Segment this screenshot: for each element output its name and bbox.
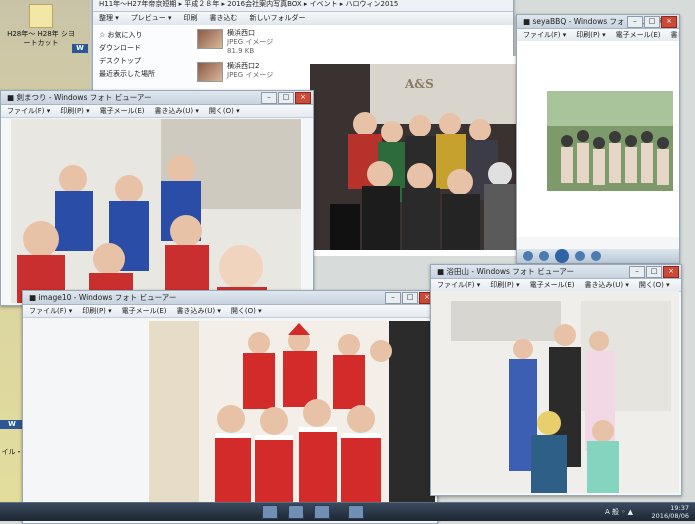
menu-email[interactable]: 電子メール(E) (616, 29, 661, 41)
taskbar-folder-icon[interactable] (314, 505, 330, 519)
nav-item-desktop[interactable]: デスクトップ (99, 55, 197, 68)
maximize-icon[interactable]: □ (644, 16, 660, 28)
yukata-viewer-window[interactable]: ■ 浴田山 - Windows フォト ビューアー – □ × ファイル(F) ▾ … (430, 264, 682, 496)
zoom-icon[interactable] (523, 251, 533, 261)
matsuri-viewer-window[interactable]: ■ 剣まつり - Windows フォト ビューアー – □ × ファイル(F) ▾… (0, 90, 314, 306)
menu-open[interactable]: 開く(O) ▾ (209, 105, 240, 117)
menu-open[interactable]: 開く(O) ▾ (639, 279, 670, 291)
organize-button[interactable]: 整理 ▾ (99, 12, 119, 25)
photo-display (517, 41, 679, 237)
menu-bar: ファイル(F) ▾ 印刷(P) ▾ 電子メール(E) 書き込み(U) ▾ 開く(… (23, 305, 437, 318)
menu-file[interactable]: ファイル(F) ▾ (437, 279, 480, 291)
desktop-file-label[interactable]: イル・ (0, 448, 24, 457)
menu-email[interactable]: 電子メール(E) (100, 105, 145, 117)
nav-item-downloads[interactable]: ダウンロード (99, 42, 197, 55)
menu-open[interactable]: 開く(O) ▾ (231, 305, 262, 317)
photo-display (149, 321, 435, 521)
halloween-photo-image: A&S (310, 64, 522, 250)
menu-print[interactable]: 印刷(P) ▾ (60, 105, 89, 117)
print-button[interactable]: 印刷 (184, 12, 198, 25)
taskbar-app-icon[interactable] (262, 505, 278, 519)
system-tray[interactable]: A 般 ◦ ▲ (605, 507, 633, 517)
slideshow-icon[interactable] (555, 249, 569, 263)
menu-print[interactable]: 印刷(P) ▾ (490, 279, 519, 291)
image10-viewer-window[interactable]: ■ image10 - Windows フォト ビューアー – □ × ファイル(F… (22, 290, 438, 524)
file-thumbnail (197, 62, 223, 82)
previous-icon[interactable] (539, 251, 549, 261)
menu-print[interactable]: 印刷(P) ▾ (576, 29, 605, 41)
desktop-shortcut-icon[interactable]: H28年～ H28年 シヨートカット (6, 4, 76, 48)
menu-file[interactable]: ファイル(F) ▾ (7, 105, 50, 117)
menu-burn[interactable]: 書き込み(U) ▾ (585, 279, 629, 291)
explorer-toolbar: 整理 ▾ プレビュー ▾ 印刷 書き込む 新しいフォルダー (93, 12, 513, 26)
folder-icon (29, 4, 53, 28)
seya-bbq-viewer-window[interactable]: ■ seyaBBQ - Windows フォト ビューアー – □ × ファイル(F… (516, 14, 680, 264)
viewer-controls (517, 249, 679, 263)
maximize-icon[interactable]: □ (402, 292, 418, 304)
menu-email[interactable]: 電子メール(E) (530, 279, 575, 291)
halloween-photo: A&S (310, 64, 522, 250)
taskbar: A 般 ◦ ▲ 19:37 2016/08/06 (0, 502, 695, 521)
menu-file[interactable]: ファイル(F) ▾ (523, 29, 566, 41)
next-icon[interactable] (575, 251, 585, 261)
new-folder-button[interactable]: 新しいフォルダー (250, 12, 306, 25)
menu-burn[interactable]: 書き込み(U) ▾ (177, 305, 221, 317)
bbq-photo-image (517, 41, 677, 237)
minimize-icon[interactable]: – (629, 266, 645, 278)
window-title: ■ seyaBBQ - Windows フォト ビューアー – □ × (517, 15, 679, 29)
nav-item-favorites[interactable]: ☆ お気に入り (99, 29, 197, 42)
nav-item-recent[interactable]: 最近表示した場所 (99, 68, 197, 81)
sign-text-graphic: A&S (404, 77, 434, 91)
window-title: ■ 浴田山 - Windows フォト ビューアー – □ × (431, 265, 681, 279)
menu-burn[interactable]: 書き込み(U) ▾ (155, 105, 199, 117)
file-thumbnail (197, 29, 223, 49)
halloween-photo-window[interactable]: A&S (300, 56, 532, 256)
minimize-icon[interactable]: – (261, 92, 277, 104)
window-title: ■ 剣まつり - Windows フォト ビューアー – □ × (1, 91, 313, 105)
photo-display (11, 119, 301, 303)
yukata-photo-image (431, 291, 679, 493)
photo-display (431, 291, 679, 493)
close-icon[interactable]: × (295, 92, 311, 104)
menu-file[interactable]: ファイル(F) ▾ (29, 305, 72, 317)
window-title: ■ image10 - Windows フォト ビューアー – □ × (23, 291, 437, 305)
menu-burn[interactable]: 書き込み(U) ▾ (671, 29, 679, 41)
word-icon[interactable]: W (72, 44, 88, 53)
maximize-icon[interactable]: □ (278, 92, 294, 104)
close-icon[interactable]: × (661, 16, 677, 28)
rotate-icon[interactable] (591, 251, 601, 261)
taskbar-word-icon[interactable] (288, 505, 304, 519)
burn-button[interactable]: 書き込む (210, 12, 238, 25)
christmas-photo-image (149, 321, 435, 521)
word-icon[interactable]: W (0, 420, 24, 429)
menu-email[interactable]: 電子メール(E) (122, 305, 167, 317)
address-bar[interactable]: H11年〜H27年帝京短期 ▸ 平成２８年 ▸ 2016会社案内写真BOX ▸ … (93, 0, 513, 12)
taskbar-photo-icon[interactable] (348, 505, 364, 519)
menu-print[interactable]: 印刷(P) ▾ (82, 305, 111, 317)
desktop-shortcut-label: H28年～ H28年 シヨートカット (7, 30, 75, 47)
minimize-icon[interactable]: – (385, 292, 401, 304)
file-item[interactable]: 横浜西口 JPEG イメージ 81.9 KB (197, 29, 509, 56)
close-icon[interactable]: × (663, 266, 679, 278)
menu-bar: ファイル(F) ▾ 印刷(P) ▾ 電子メール(E) 書き込み(U) ▾ 開く(… (1, 105, 313, 118)
matsuri-photo-image (11, 119, 301, 303)
preview-button[interactable]: プレビュー ▾ (131, 12, 172, 25)
clock[interactable]: 19:37 2016/08/06 (652, 504, 689, 520)
minimize-icon[interactable]: – (627, 16, 643, 28)
maximize-icon[interactable]: □ (646, 266, 662, 278)
